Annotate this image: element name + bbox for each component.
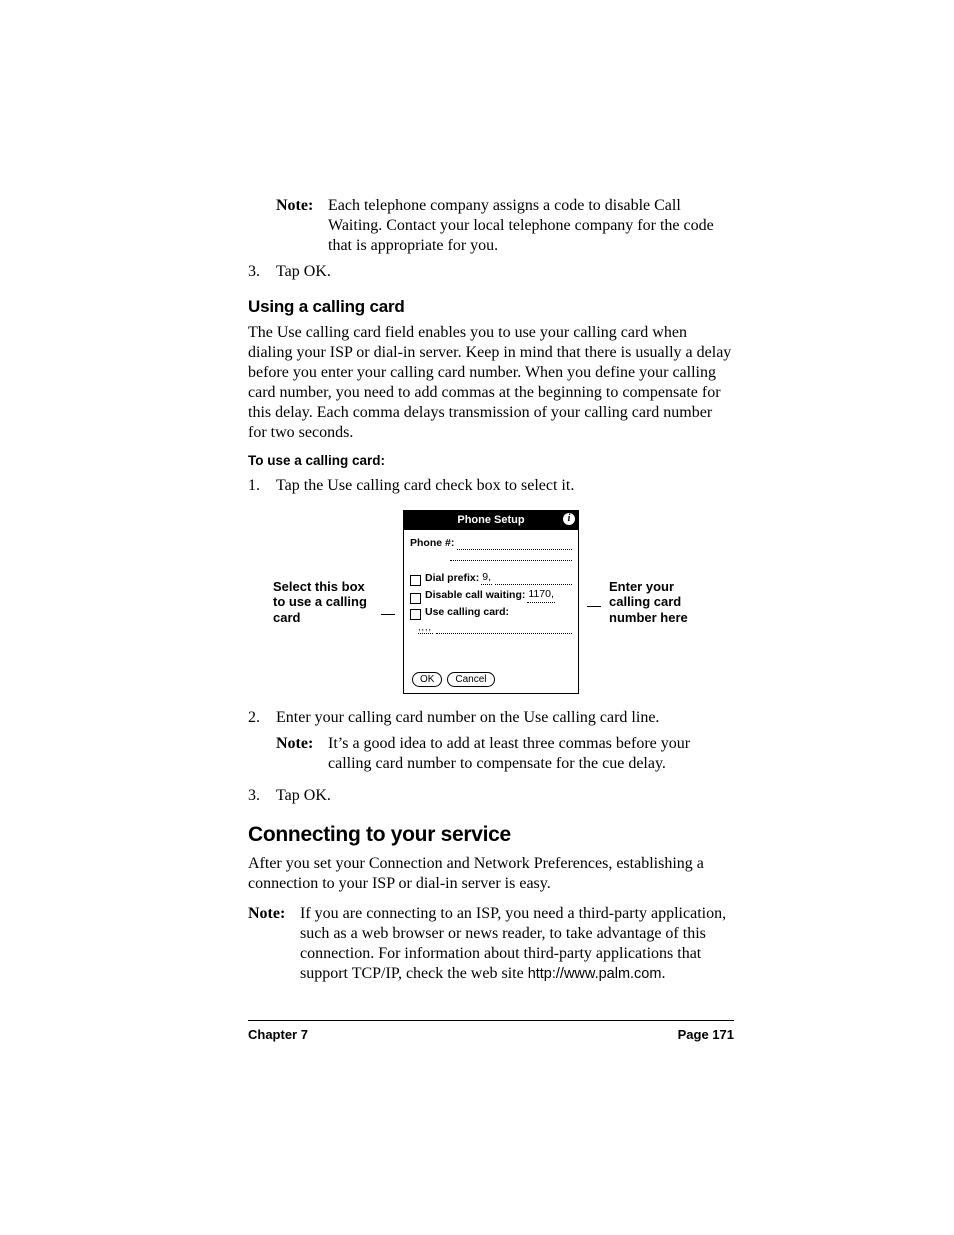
paragraph: After you set your Connection and Networ… (248, 854, 734, 894)
cancel-button[interactable]: Cancel (447, 672, 494, 687)
dial-prefix-value[interactable]: 9, (481, 571, 492, 585)
step-number: 1. (248, 476, 276, 496)
disable-cw-label: Disable call waiting: (425, 589, 525, 602)
cc-number-row: ,,,, (418, 622, 572, 634)
cc-number-input[interactable] (436, 625, 572, 634)
procedure-heading: To use a calling card: (248, 453, 734, 470)
note-text: If you are connecting to an ISP, you nee… (300, 904, 734, 984)
callout-right: Enter your calling card number here (609, 579, 709, 626)
phone-number-row: Phone #: (410, 537, 572, 550)
footer-page: Page 171 (678, 1027, 734, 1043)
list-step: 3. Tap OK. (248, 262, 734, 282)
note-label: Note: (276, 734, 328, 774)
note-text: Each telephone company assigns a code to… (328, 196, 734, 256)
step-number: 3. (248, 786, 276, 806)
phone-input-line2[interactable] (450, 552, 572, 561)
note-label: Note: (276, 196, 328, 256)
note-label: Note: (248, 904, 300, 984)
note-block: Note: Each telephone company assigns a c… (276, 196, 734, 256)
document-page: Note: Each telephone company assigns a c… (0, 0, 954, 1103)
use-cc-row: Use calling card: (410, 606, 572, 619)
list-step: 3. Tap OK. (248, 786, 734, 806)
phone-setup-dialog: Phone Setup i Phone #: Dial prefix: 9, (403, 510, 579, 694)
ok-button[interactable]: OK (412, 672, 442, 687)
disable-cw-value[interactable]: 1170, (527, 588, 555, 602)
url-text: http://www.palm.com (528, 966, 662, 982)
step-number: 2. (248, 708, 276, 780)
step-text: Enter your calling card number on the Us… (276, 709, 659, 726)
figure: Select this box to use a calling card Ph… (248, 510, 734, 694)
note-block: Note: It’s a good idea to add at least t… (276, 734, 734, 774)
step-number: 3. (248, 262, 276, 282)
list-step: 2. Enter your calling card number on the… (248, 708, 734, 780)
list-step: 1. Tap the Use calling card check box to… (248, 476, 734, 496)
phone-input[interactable] (457, 541, 572, 550)
note-text: It’s a good idea to add at least three c… (328, 734, 734, 774)
step-text: Tap OK. (276, 262, 734, 282)
dial-prefix-label: Dial prefix: (425, 572, 479, 585)
step-text: Tap the Use calling card check box to se… (276, 476, 734, 496)
callout-connector (381, 614, 395, 615)
disable-cw-checkbox[interactable] (410, 593, 421, 604)
page-footer: Chapter 7 Page 171 (248, 1020, 734, 1043)
use-cc-checkbox[interactable] (410, 609, 421, 620)
disable-cw-row: Disable call waiting: 1170, (410, 588, 572, 602)
info-icon[interactable]: i (563, 513, 575, 525)
phone-label: Phone #: (410, 537, 454, 550)
step-text: Tap OK. (276, 786, 734, 806)
note-block: Note: If you are connecting to an ISP, y… (248, 904, 734, 984)
note-tail: . (661, 965, 665, 982)
callout-connector (587, 606, 601, 607)
section-heading: Using a calling card (248, 296, 734, 317)
dial-prefix-row: Dial prefix: 9, (410, 571, 572, 585)
dialog-title: Phone Setup (457, 514, 524, 528)
dialog-titlebar: Phone Setup i (404, 511, 578, 530)
dial-prefix-checkbox[interactable] (410, 575, 421, 586)
section-heading: Connecting to your service (248, 822, 734, 848)
footer-chapter: Chapter 7 (248, 1027, 308, 1043)
use-cc-label: Use calling card: (425, 606, 509, 619)
callout-left: Select this box to use a calling card (273, 579, 373, 626)
paragraph: The Use calling card field enables you t… (248, 323, 734, 443)
cc-commas: ,,,, (418, 622, 433, 634)
